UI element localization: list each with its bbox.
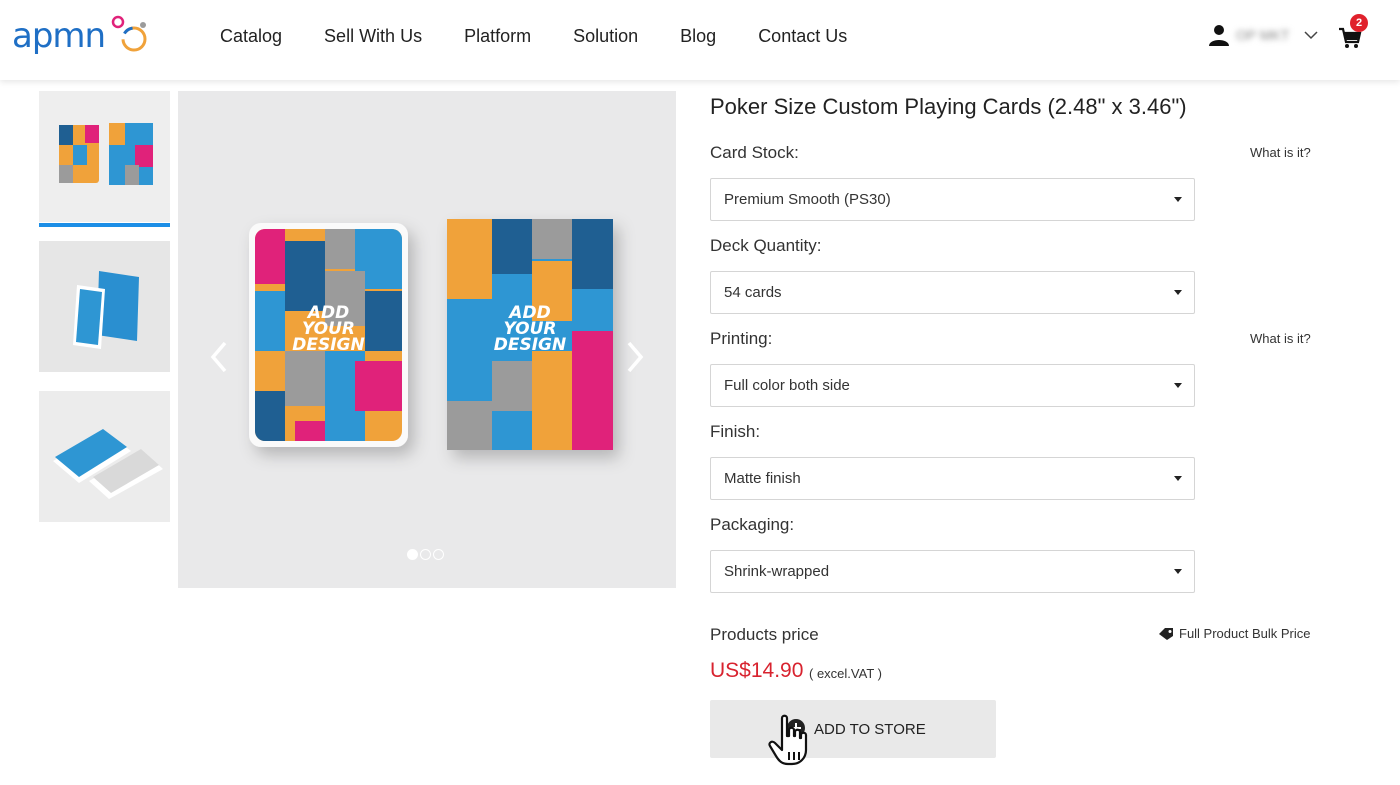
tag-icon (1159, 627, 1173, 640)
logo[interactable]: apmn (12, 12, 153, 60)
nav-blog[interactable]: Blog (680, 26, 716, 47)
carousel-dot[interactable] (433, 549, 444, 560)
carousel-dots (407, 549, 446, 560)
card-stock-value: Premium Smooth (PS30) (724, 191, 891, 208)
bulk-price-label: Full Product Bulk Price (1179, 626, 1311, 641)
logo-text: apmn (12, 16, 106, 56)
user-icon (1209, 25, 1229, 46)
printing-select[interactable]: Full color both side (710, 364, 1195, 407)
chevron-down-icon[interactable] (1304, 30, 1318, 40)
thumbnail-stacks-image (39, 391, 170, 522)
main-nav: Catalog Sell With Us Platform Solution B… (220, 26, 889, 47)
packaging-value: Shrink-wrapped (724, 563, 830, 580)
card-text-line: DESIGN (292, 335, 365, 355)
card-stock-label: Card Stock: (710, 143, 799, 162)
bulk-price-link[interactable]: Full Product Bulk Price (1158, 626, 1311, 641)
arrow-left-icon[interactable] (206, 339, 232, 375)
printing-value: Full color both side (724, 377, 850, 394)
add-to-store-button[interactable]: ADD TO STORE (710, 700, 996, 758)
caret-down-icon (1174, 569, 1182, 574)
cart-button[interactable]: 2 (1336, 14, 1368, 52)
thumbnail-decks-image (39, 91, 170, 222)
thumbnail-1[interactable] (39, 91, 170, 222)
printing-label: Printing: (710, 329, 773, 348)
carousel-dot[interactable] (420, 549, 431, 560)
nav-sell-with-us[interactable]: Sell With Us (324, 26, 422, 47)
nav-contact-us[interactable]: Contact Us (758, 26, 847, 47)
user-name: OP MKT (1236, 27, 1290, 43)
caret-down-icon (1174, 383, 1182, 388)
card-design-text: ADD YOUR DESIGN (255, 305, 402, 355)
product-title: Poker Size Custom Playing Cards (2.48" x… (710, 94, 1187, 119)
thumbnail-blue-box-image (39, 241, 170, 372)
vat-note: ( excel.VAT ) (809, 666, 882, 681)
packaging-select[interactable]: Shrink-wrapped (710, 550, 1195, 593)
deck-quantity-select[interactable]: 54 cards (710, 271, 1195, 314)
product-price: US$14.90 (710, 659, 804, 682)
add-to-store-label: ADD TO STORE (814, 721, 926, 738)
thumbnail-3[interactable] (39, 391, 170, 522)
nav-catalog[interactable]: Catalog (220, 26, 282, 47)
active-thumbnail-indicator (39, 223, 170, 227)
caret-down-icon (1174, 290, 1182, 295)
thumbnail-2[interactable] (39, 241, 170, 372)
finish-label: Finish: (710, 422, 761, 441)
products-price-label: Products price (710, 625, 819, 644)
nav-platform[interactable]: Platform (464, 26, 531, 47)
arrow-right-icon[interactable] (622, 339, 648, 375)
deck-quantity-value: 54 cards (724, 284, 782, 301)
hand-cursor-icon (768, 714, 808, 766)
deck-quantity-label: Deck Quantity: (710, 236, 822, 255)
finish-value: Matte finish (724, 470, 801, 487)
carousel-dot[interactable] (407, 549, 418, 560)
packaging-label: Packaging: (710, 515, 795, 534)
box-design-text: ADD YOUR DESIGN (447, 305, 613, 355)
caret-down-icon (1174, 476, 1182, 481)
card-stock-select[interactable]: Premium Smooth (PS30) (710, 178, 1195, 221)
cart-count-badge: 2 (1350, 14, 1368, 32)
logo-rings-icon (111, 15, 147, 52)
box-text-line: DESIGN (493, 335, 567, 355)
product-main-image: ADD YOUR DESIGN ADD YOUR DESIGN (178, 91, 676, 588)
nav-solution[interactable]: Solution (573, 26, 638, 47)
user-menu[interactable]: OP MKT (1208, 24, 1318, 46)
card-stock-what-is-it-link[interactable]: What is it? (1250, 145, 1311, 160)
finish-select[interactable]: Matte finish (710, 457, 1195, 500)
site-header: apmn Catalog Sell With Us Platform Solut… (0, 0, 1400, 80)
caret-down-icon (1174, 197, 1182, 202)
printing-what-is-it-link[interactable]: What is it? (1250, 331, 1311, 346)
